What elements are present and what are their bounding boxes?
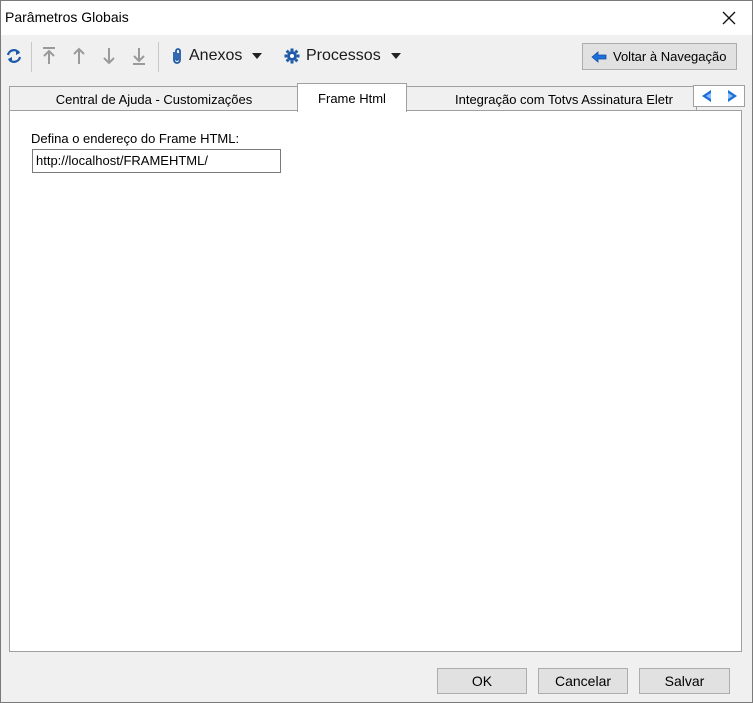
toolbar-separator — [31, 42, 32, 72]
tab-scroll-buttons — [693, 85, 745, 107]
frame-html-input[interactable]: http://localhost/FRAMEHTML/ — [32, 149, 281, 173]
dialog-window: Parâmetros Globais Anexos Processos Volt… — [0, 0, 753, 703]
tab-strip: Central de Ajuda - Customizações Frame H… — [1, 83, 752, 112]
gear-icon — [284, 48, 300, 64]
move-up-button[interactable] — [68, 44, 90, 68]
save-button[interactable]: Salvar — [639, 668, 730, 694]
scroll-left-icon[interactable] — [701, 89, 713, 103]
tab-label: Frame Html — [318, 90, 386, 106]
refresh-icon — [6, 49, 22, 63]
toolbar: Anexos Processos Voltar à Navegação — [1, 36, 752, 78]
arrow-left-icon — [591, 50, 607, 63]
toolbar-separator — [158, 42, 159, 72]
window-title: Parâmetros Globais — [5, 9, 129, 25]
processos-menu-button[interactable]: Processos — [284, 44, 401, 68]
close-icon — [722, 11, 736, 25]
back-to-navigation-label: Voltar à Navegação — [613, 49, 727, 64]
ok-button[interactable]: OK — [437, 668, 527, 694]
tab-panel-frame-html: Defina o endereço do Frame HTML: http://… — [9, 110, 742, 652]
paperclip-icon — [173, 48, 181, 64]
move-first-button[interactable] — [38, 44, 60, 68]
move-first-icon — [43, 47, 55, 64]
anexos-menu-button[interactable]: Anexos — [171, 44, 263, 68]
refresh-button[interactable] — [3, 44, 25, 68]
frame-html-label: Defina o endereço do Frame HTML: — [31, 131, 240, 146]
move-up-icon — [73, 47, 85, 64]
close-button[interactable] — [706, 1, 752, 35]
move-down-icon — [103, 48, 115, 65]
processos-label: Processos — [306, 47, 381, 64]
anexos-label: Anexos — [189, 47, 243, 64]
back-to-navigation-button[interactable]: Voltar à Navegação — [582, 43, 737, 70]
chevron-down-icon — [252, 53, 263, 59]
move-down-button[interactable] — [98, 44, 120, 68]
scroll-right-icon[interactable] — [726, 89, 738, 103]
move-last-icon — [133, 48, 145, 65]
cancel-button[interactable]: Cancelar — [538, 668, 628, 694]
chevron-down-icon — [390, 53, 401, 59]
move-last-button[interactable] — [128, 44, 150, 68]
tab-frame-html[interactable]: Frame Html — [297, 83, 407, 112]
tab-label: Central de Ajuda - Customizações — [55, 91, 253, 107]
tab-integracao-totvs[interactable]: Integração com Totvs Assinatura Eletr — [405, 86, 697, 111]
title-bar[interactable]: Parâmetros Globais — [1, 1, 752, 35]
tab-central-de-ajuda[interactable]: Central de Ajuda - Customizações — [9, 86, 299, 111]
tab-label: Integração com Totvs Assinatura Eletr — [455, 91, 673, 107]
